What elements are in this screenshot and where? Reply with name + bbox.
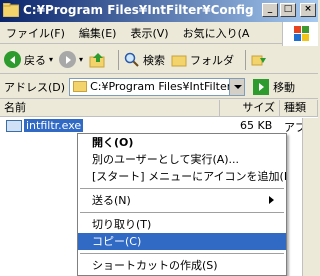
column-name[interactable]: 名前 [0,100,220,116]
menu-separator [80,188,284,189]
back-button[interactable]: 戻る ▾ [4,51,53,68]
windows-logo-icon [282,22,318,46]
address-value: C:¥Program Files¥IntFilter¥C [90,80,230,93]
minimize-button[interactable]: _ [262,3,278,17]
go-button[interactable]: 移動 [253,78,296,95]
folders-button[interactable]: フォルダ [171,52,234,68]
address-bar: アドレス(D) C:¥Program Files¥IntFilter¥C 移動 [0,75,318,99]
folder-icon [73,80,88,92]
title-bar[interactable]: C:¥Program Files¥IntFilter¥Config _ □ × [0,0,318,22]
row-name: intfiltr.exe [24,119,84,132]
menu-separator [80,212,284,213]
maximize-button[interactable]: □ [280,3,296,17]
up-folder-icon [89,52,105,67]
folder-icon [3,3,19,17]
search-label: 検索 [143,53,166,67]
table-row[interactable]: intfiltr.exe [6,119,84,132]
forward-button[interactable]: ▾ [59,51,83,68]
menu-edit[interactable]: 編集(E) [79,25,117,41]
menu-view[interactable]: 表示(V) [130,25,168,41]
menu-item-open[interactable]: 開く(O) [78,134,286,151]
close-button[interactable]: × [300,3,316,17]
address-label: アドレス(D) [4,80,66,94]
up-folder-button[interactable] [89,51,107,69]
folders-icon [171,55,187,66]
back-label: 戻る [24,53,46,67]
row-size: 65 KB [240,119,273,132]
menu-item-copy[interactable]: コピー(C) [78,233,286,250]
menu-item-create-shortcut[interactable]: ショートカットの作成(S) [78,257,286,274]
address-input[interactable]: C:¥Program Files¥IntFilter¥C [69,77,246,96]
menu-item-send-to[interactable]: 送る(N) [78,192,286,209]
column-size[interactable]: サイズ [220,100,280,116]
folders-label: フォルダ [190,53,235,67]
menu-separator [80,253,284,254]
context-menu: 開く(O) 別のユーザーとして実行(A)... [スタート] メニューにアイコン… [77,133,287,276]
search-icon [124,52,139,67]
address-dropdown-icon[interactable] [229,78,245,95]
toolbar: 戻る ▾ ▾ 検索 フォルダ [0,46,318,74]
window-title: C:¥Program Files¥IntFilter¥Config [23,3,253,17]
search-button[interactable]: 検索 [124,52,165,68]
submenu-arrow-icon [269,196,278,204]
column-type[interactable]: 種類 [280,100,318,116]
folder-options-button[interactable] [251,52,267,68]
forward-icon [59,51,77,68]
menu-bar: ファイル(F) 編集(E) 表示(V) お気に入り(A [0,22,318,44]
menu-file[interactable]: ファイル(F) [6,25,65,41]
menu-favorites[interactable]: お気に入り(A [183,25,250,41]
executable-icon [6,119,22,132]
menu-item-send-to-label: 送る(N) [92,194,131,207]
toolbar-separator [118,49,120,70]
folder-options-icon [251,55,267,65]
column-header: 名前 サイズ 種類 [0,100,318,117]
menu-item-cut[interactable]: 切り取り(T) [78,216,286,233]
menu-item-run-as[interactable]: 別のユーザーとして実行(A)... [78,151,286,168]
go-arrow-icon [253,78,270,95]
vertical-scrollbar[interactable] [302,118,318,276]
back-icon [4,51,21,68]
go-label: 移動 [273,80,296,94]
menu-item-pin-start[interactable]: [スタート] メニューにアイコンを追加(I) [78,168,286,185]
toolbar-separator [245,49,247,70]
